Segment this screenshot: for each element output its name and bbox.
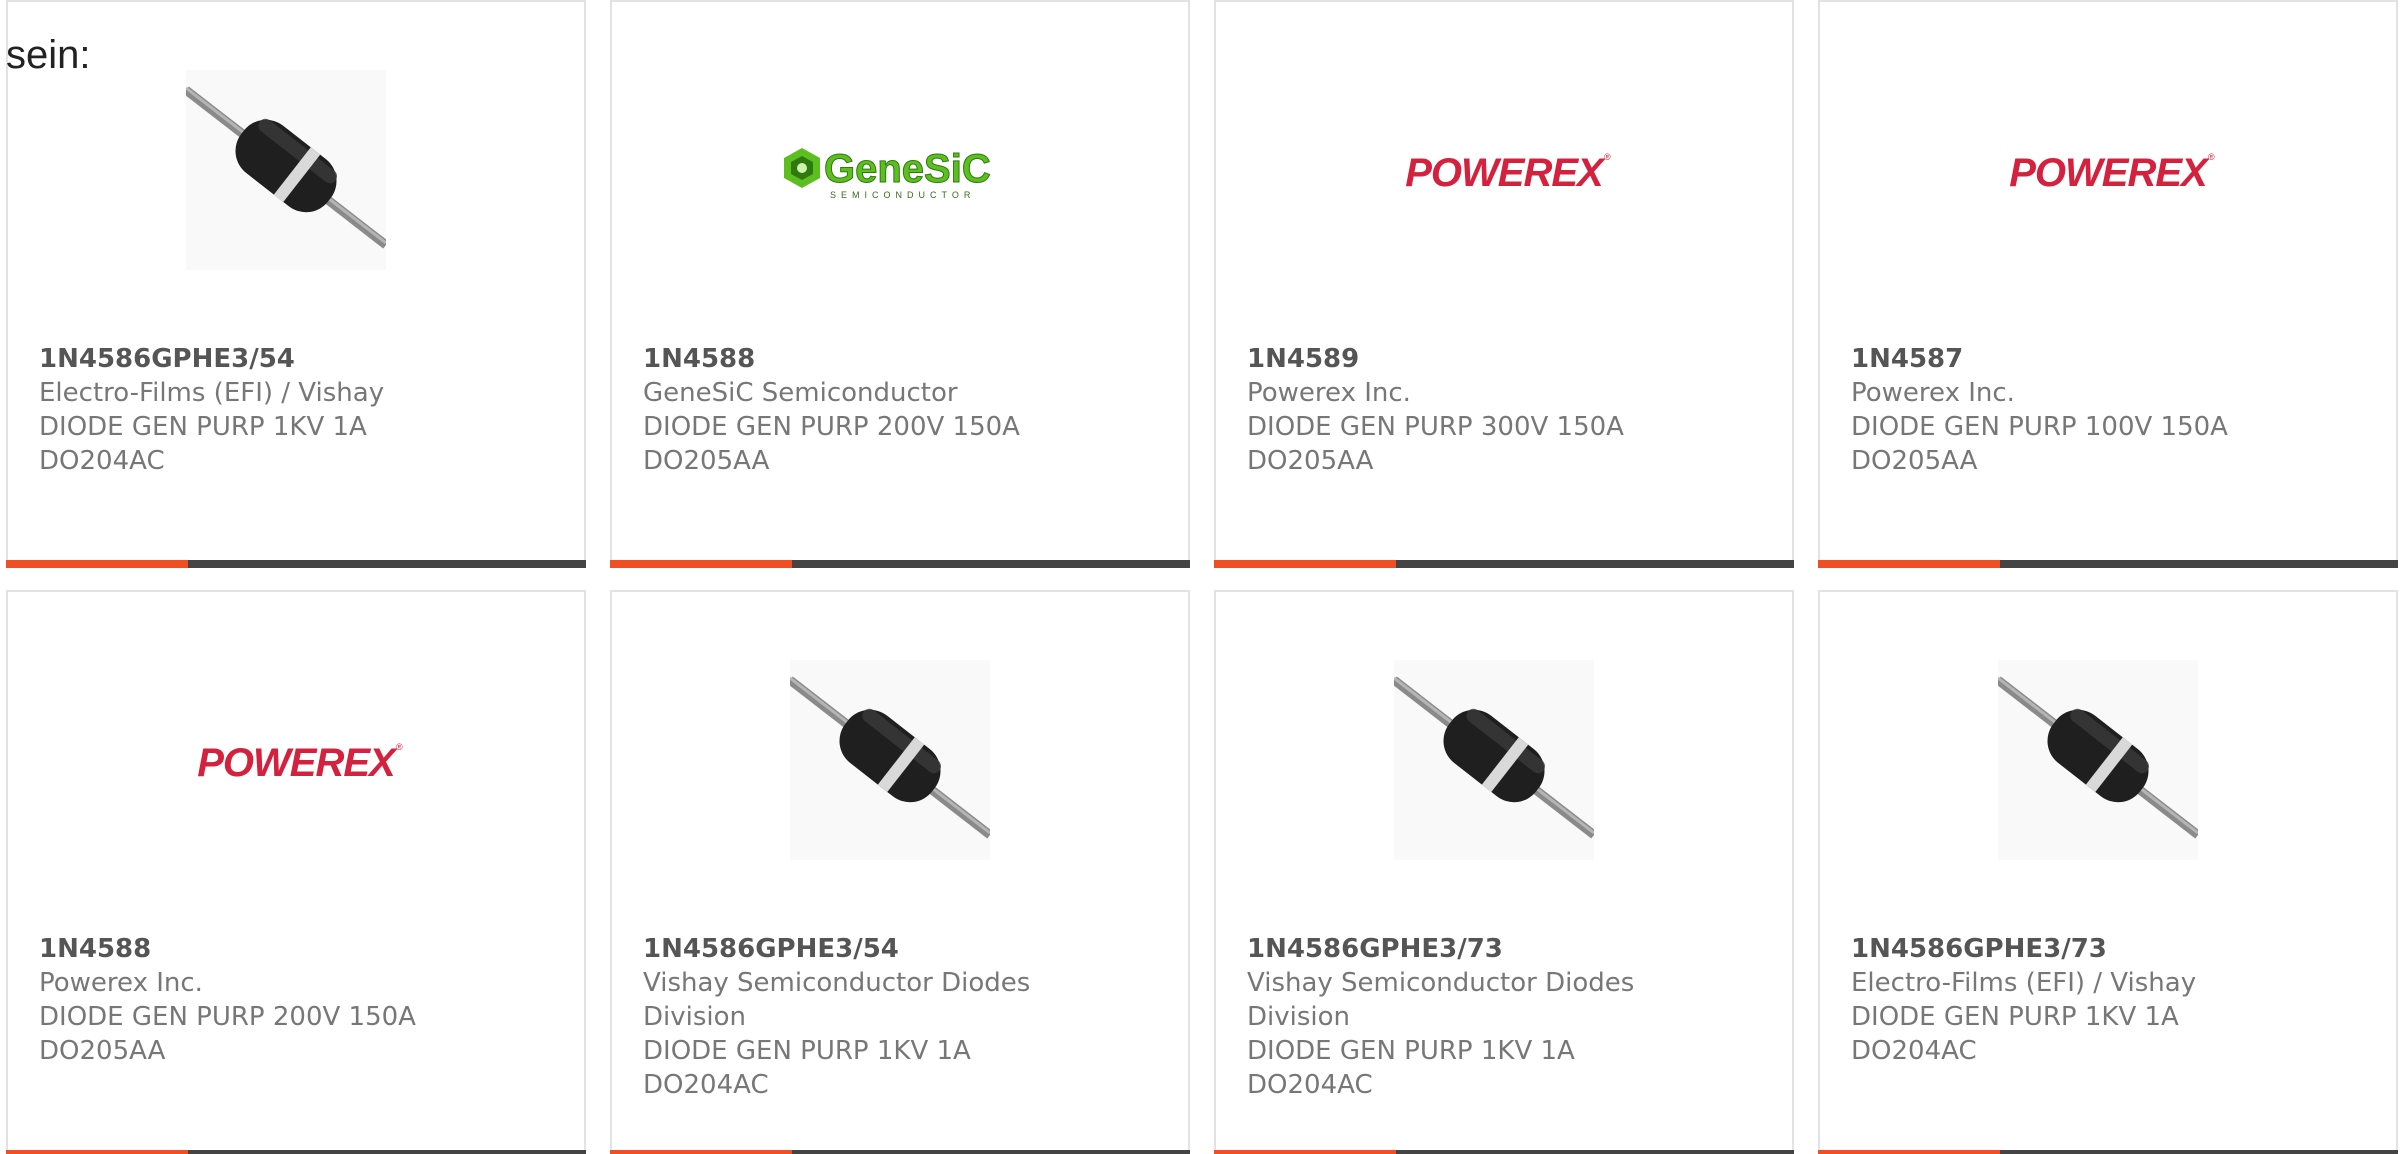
- product-info: 1N4588 Powerex Inc. DIODE GEN PURP 200V 15…: [39, 932, 564, 1068]
- intro-text: sein:: [6, 33, 91, 77]
- product-image: [1995, 660, 2201, 860]
- part-number[interactable]: 1N4586GPHE3/54: [643, 932, 1168, 966]
- card-bottom-bar: [1818, 560, 2398, 568]
- card-accent-bar: [1214, 560, 1396, 568]
- card-accent-bar: [1214, 1150, 1396, 1154]
- product-card[interactable]: POWEREX ® 1N4589 Powerex Inc. DIODE GEN PU…: [1214, 0, 1794, 568]
- product-info: 1N4586GPHE3/73 Electro-Films (EFI) / Vish…: [1851, 932, 2376, 1068]
- description: DIODE GEN PURP 1KV 1A: [1247, 1036, 1575, 1066]
- product-info: 1N4586GPHE3/54 Electro-Films (EFI) / Vish…: [39, 342, 564, 478]
- manufacturer-logo: POWEREX ®: [1978, 70, 2238, 270]
- product-image: [1391, 660, 1597, 860]
- product-card[interactable]: 1N4586GPHE3/73 Vishay Semiconductor Diode…: [1214, 590, 1794, 1154]
- diode-graphic: [1995, 676, 2201, 839]
- description: DIODE GEN PURP 1KV 1A: [1851, 1002, 2179, 1032]
- product-card[interactable]: 1N4586GPHE3/73 Electro-Films (EFI) / Vish…: [1818, 590, 2398, 1154]
- card-accent-bar: [6, 560, 188, 568]
- logo-text: POWEREX: [1405, 151, 1606, 195]
- genesic-logo: GeneSiC SEMICONDUCTOR: [784, 147, 991, 200]
- card-bottom-bar: [610, 1150, 1190, 1154]
- svg-text:®: ®: [396, 742, 403, 752]
- diode-graphic: [183, 86, 389, 249]
- card-bottom-bar: [6, 1150, 586, 1154]
- manufacturer: Electro-Films (EFI) / Vishay: [39, 378, 385, 408]
- card-accent-bar: [6, 1150, 188, 1154]
- product-card[interactable]: POWEREX ® 1N4587 Powerex Inc. DIODE GEN PU…: [1818, 0, 2398, 568]
- product-image-area[interactable]: [612, 660, 1188, 860]
- logo-subtext: SEMICONDUCTOR: [830, 190, 975, 200]
- package: DO204AC: [1247, 1070, 1373, 1100]
- card-accent-bar: [1818, 1150, 2000, 1154]
- logo-text: POWEREX: [2009, 151, 2210, 195]
- package: DO205AA: [1851, 446, 1978, 476]
- logo-text: GeneSiC: [824, 147, 991, 191]
- svg-text:®: ®: [1604, 152, 1611, 162]
- manufacturer: Vishay Semiconductor Diodes: [643, 968, 1031, 998]
- product-image: [183, 70, 389, 270]
- product-image-area[interactable]: [1216, 660, 1792, 860]
- product-card[interactable]: GeneSiC SEMICONDUCTOR 1N4588 GeneSiC Semi…: [610, 0, 1190, 568]
- logo-text: POWEREX: [197, 741, 398, 785]
- product-info: 1N4587 Powerex Inc. DIODE GEN PURP 100V 15…: [1851, 342, 2376, 478]
- product-card[interactable]: 1N4586GPHE3/54 Electro-Films (EFI) / Vish…: [6, 0, 586, 568]
- product-card[interactable]: POWEREX ® 1N4588 Powerex Inc. DIODE GEN PU…: [6, 590, 586, 1154]
- product-image-area[interactable]: POWEREX ®: [1216, 70, 1792, 270]
- part-number[interactable]: 1N4586GPHE3/73: [1851, 932, 2376, 966]
- product-image-area[interactable]: POWEREX ®: [1820, 70, 2396, 270]
- powerex-logo: POWEREX ®: [2009, 151, 2215, 195]
- description: DIODE GEN PURP 1KV 1A: [39, 412, 367, 442]
- manufacturer-logo: GeneSiC SEMICONDUCTOR: [770, 70, 1030, 270]
- package: DO204AC: [1851, 1036, 1977, 1066]
- card-accent-bar: [610, 560, 792, 568]
- description: DIODE GEN PURP 200V 150A: [643, 412, 1020, 442]
- product-info: 1N4589 Powerex Inc. DIODE GEN PURP 300V 15…: [1247, 342, 1772, 478]
- package: DO204AC: [39, 446, 165, 476]
- product-image-area[interactable]: [8, 70, 584, 270]
- part-number[interactable]: 1N4588: [643, 342, 1168, 376]
- manufacturer: GeneSiC Semiconductor: [643, 378, 958, 408]
- manufacturer-logo: POWEREX ®: [166, 660, 426, 860]
- card-bottom-bar: [610, 560, 1190, 568]
- description: DIODE GEN PURP 100V 150A: [1851, 412, 2228, 442]
- package: DO204AC: [643, 1070, 769, 1100]
- part-number[interactable]: 1N4589: [1247, 342, 1772, 376]
- product-image-area[interactable]: POWEREX ®: [8, 660, 584, 860]
- powerex-logo: POWEREX ®: [197, 741, 403, 785]
- manufacturer: Powerex Inc.: [1851, 378, 2015, 408]
- manufacturer: Electro-Films (EFI) / Vishay: [1851, 968, 2197, 998]
- product-image-area[interactable]: [1820, 660, 2396, 860]
- description: DIODE GEN PURP 200V 150A: [39, 1002, 416, 1032]
- manufacturer: Powerex Inc.: [39, 968, 203, 998]
- manufacturer-logo: POWEREX ®: [1374, 70, 1634, 270]
- card-accent-bar: [610, 1150, 792, 1154]
- manufacturer: Division: [1247, 1002, 1351, 1032]
- package: DO205AA: [643, 446, 770, 476]
- description: DIODE GEN PURP 300V 150A: [1247, 412, 1624, 442]
- product-image: [787, 660, 993, 860]
- manufacturer: Vishay Semiconductor Diodes: [1247, 968, 1635, 998]
- package: DO205AA: [39, 1036, 166, 1066]
- manufacturer: Powerex Inc.: [1247, 378, 1411, 408]
- svg-text:®: ®: [2208, 152, 2215, 162]
- product-card[interactable]: 1N4586GPHE3/54 Vishay Semiconductor Diode…: [610, 590, 1190, 1154]
- card-bottom-bar: [1214, 1150, 1794, 1154]
- product-info: 1N4586GPHE3/54 Vishay Semiconductor Diode…: [643, 932, 1168, 1102]
- diode-graphic: [787, 676, 993, 839]
- part-number[interactable]: 1N4588: [39, 932, 564, 966]
- product-info: 1N4586GPHE3/73 Vishay Semiconductor Diode…: [1247, 932, 1772, 1102]
- powerex-logo: POWEREX ®: [1405, 151, 1611, 195]
- package: DO205AA: [1247, 446, 1374, 476]
- diode-graphic: [1391, 676, 1597, 839]
- card-bottom-bar: [6, 560, 586, 568]
- product-image-area[interactable]: GeneSiC SEMICONDUCTOR: [612, 70, 1188, 270]
- manufacturer: Division: [643, 1002, 747, 1032]
- part-number[interactable]: 1N4586GPHE3/73: [1247, 932, 1772, 966]
- description: DIODE GEN PURP 1KV 1A: [643, 1036, 971, 1066]
- card-bottom-bar: [1818, 1150, 2398, 1154]
- part-number[interactable]: 1N4587: [1851, 342, 2376, 376]
- card-accent-bar: [1818, 560, 2000, 568]
- product-info: 1N4588 GeneSiC Semiconductor DIODE GEN PUR…: [643, 342, 1168, 478]
- card-bottom-bar: [1214, 560, 1794, 568]
- part-number[interactable]: 1N4586GPHE3/54: [39, 342, 564, 376]
